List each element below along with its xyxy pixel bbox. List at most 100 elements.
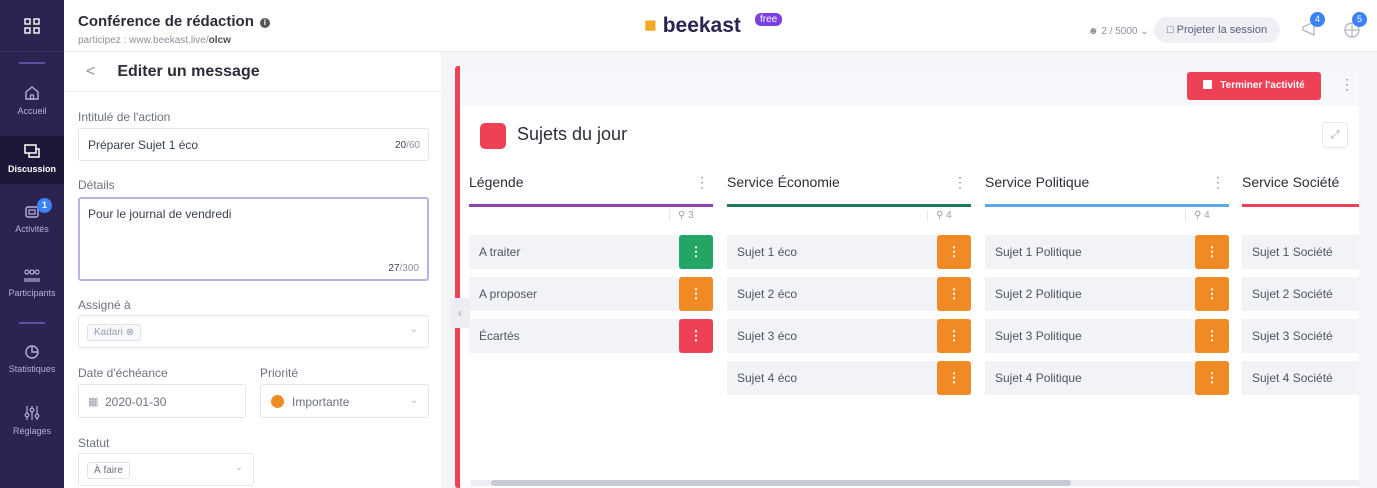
chat-icon <box>24 144 40 158</box>
board-icon <box>480 123 506 149</box>
idea-count: ⚲ 4 <box>1185 210 1210 221</box>
project-session-label: Projeter la session <box>1176 24 1268 36</box>
column-menu-icon[interactable]: ⋮ <box>1211 174 1225 191</box>
remove-icon[interactable]: ⊗ <box>126 327 134 338</box>
plan-badge: free <box>755 13 783 26</box>
session-title: Conférence de rédaction i <box>78 13 270 30</box>
card-label: Sujet 1 Politique <box>995 245 1082 259</box>
sidebar-item-label: Activités <box>15 224 49 234</box>
sidebar-item-discussion[interactable]: Discussion <box>0 136 64 184</box>
session-url-prefix: participez : www.beekast.live/ <box>78 35 209 46</box>
card-label: Sujet 2 Politique <box>995 287 1082 301</box>
column-title: Service Économie <box>727 174 840 190</box>
participants-counter[interactable]: ☻ 2 / 5000 ⌄ <box>1088 26 1149 37</box>
due-date-input[interactable]: ▦ 2020-01-30 <box>78 384 246 418</box>
app-root: Accueil Discussion 1 Activités Participa… <box>0 0 1377 488</box>
session-url: participez : www.beekast.live/olcw <box>78 35 231 46</box>
project-session-button[interactable]: □ Projeter la session <box>1154 17 1280 43</box>
end-activity-button[interactable]: Terminer l'activité <box>1187 72 1321 100</box>
char-count: 20 <box>394 140 407 151</box>
sidebar-item-participants[interactable]: Participants <box>0 266 64 306</box>
board-column-economie: Service Économie ⋮ ⚲ 4 Sujet 1 éco ⋮ Sujet… <box>727 174 971 395</box>
card-sujet-1-politique[interactable]: Sujet 1 Politique ⋮ <box>985 235 1229 269</box>
sidebar-item-accueil[interactable]: Accueil <box>0 84 64 124</box>
card-sujet-1-eco[interactable]: Sujet 1 éco ⋮ <box>727 235 971 269</box>
column-meta <box>1242 207 1359 227</box>
details-textarea[interactable]: Pour le journal de vendredi 27/300 <box>78 197 429 281</box>
chevron-down-icon: ⌄ <box>409 324 418 335</box>
card-sujet-1-societe[interactable]: Sujet 1 Société <box>1242 235 1359 269</box>
participants-count: 2 / 5000 <box>1101 26 1138 37</box>
card-sujet-3-politique[interactable]: Sujet 3 Politique ⋮ <box>985 319 1229 353</box>
card-sujet-2-eco[interactable]: Sujet 2 éco ⋮ <box>727 277 971 311</box>
card-sujet-4-societe[interactable]: Sujet 4 Société <box>1242 361 1359 395</box>
card-label: A traiter <box>479 245 521 259</box>
card-menu-icon[interactable]: ⋮ <box>937 361 971 395</box>
collapse-panel-button[interactable]: ‹ <box>450 298 470 328</box>
board-title: Sujets du jour <box>517 124 628 144</box>
assignee-chip: Kadari ⊗ <box>87 324 142 341</box>
card-menu-icon[interactable]: ⋮ <box>937 277 971 311</box>
card-menu-icon[interactable]: ⋮ <box>1195 361 1229 395</box>
card-label: Sujet 2 Société <box>1252 287 1333 301</box>
announcement-button[interactable]: 4 <box>1300 12 1325 40</box>
stats-icon <box>25 345 39 359</box>
scrollbar-thumb[interactable] <box>491 480 1071 486</box>
card-menu-icon[interactable]: ⋮ <box>937 235 971 269</box>
card-a-proposer[interactable]: A proposer ⋮ <box>469 277 713 311</box>
activity-board: Terminer l'activité ⋮ Sujets du jour ⤢ L… <box>455 66 1359 488</box>
panel-header: < Editer un message <box>64 52 441 92</box>
card-label: Sujet 2 éco <box>737 287 798 301</box>
action-title-input[interactable]: Préparer Sujet 1 éco 20/60 <box>78 128 429 161</box>
horizontal-scrollbar[interactable] <box>471 480 1359 486</box>
card-menu-icon[interactable]: ⋮ <box>679 235 713 269</box>
status-select[interactable]: À faire ⌄ <box>78 453 254 486</box>
card-sujet-2-societe[interactable]: Sujet 2 Société <box>1242 277 1359 311</box>
apps-menu[interactable] <box>0 0 64 52</box>
sidebar-item-statistiques[interactable]: Statistiques <box>0 342 64 382</box>
card-label: Sujet 1 Société <box>1252 245 1333 259</box>
char-max: /300 <box>399 263 419 274</box>
card-menu-icon[interactable]: ⋮ <box>937 319 971 353</box>
idea-count-value: 4 <box>1204 210 1210 221</box>
card-label: Sujet 3 Politique <box>995 329 1082 343</box>
card-label: Sujet 1 éco <box>737 245 798 259</box>
lightbulb-icon: ⚲ <box>678 210 686 221</box>
sidebar-item-reglages[interactable]: Réglages <box>0 404 64 444</box>
info-icon[interactable]: i <box>259 18 270 28</box>
priority-select[interactable]: Importante ⌄ <box>260 384 429 418</box>
card-sujet-4-politique[interactable]: Sujet 4 Politique ⋮ <box>985 361 1229 395</box>
card-menu-icon[interactable]: ⋮ <box>679 277 713 311</box>
help-button[interactable]: 5 <box>1342 12 1367 40</box>
board-column-legende: Légende ⋮ ⚲ 3 A traiter ⋮ A proposer ⋮ Écar… <box>469 174 713 353</box>
end-activity-label: Terminer l'activité <box>1220 80 1305 91</box>
assignee-select[interactable]: Kadari ⊗ ⌄ <box>78 315 429 348</box>
column-menu-icon[interactable]: ⋮ <box>953 174 967 191</box>
expand-button[interactable]: ⤢ <box>1322 122 1348 148</box>
card-menu-icon[interactable]: ⋮ <box>1195 319 1229 353</box>
column-title: Légende <box>469 174 524 190</box>
action-title-value: Préparer Sujet 1 éco <box>88 138 199 152</box>
idea-count: ⚲ 4 <box>927 210 952 221</box>
more-options-icon[interactable]: ⋮ <box>1340 76 1354 93</box>
details-value: Pour le journal de vendredi <box>88 207 232 221</box>
card-menu-icon[interactable]: ⋮ <box>679 319 713 353</box>
card-sujet-4-eco[interactable]: Sujet 4 éco ⋮ <box>727 361 971 395</box>
card-sujet-3-societe[interactable]: Sujet 3 Société <box>1242 319 1359 353</box>
sidebar-item-label: Accueil <box>17 106 47 116</box>
column-menu-icon[interactable]: ⋮ <box>695 174 709 191</box>
home-icon <box>25 86 39 100</box>
assigned-label: Assigné à <box>78 298 131 312</box>
priority-label: Priorité <box>260 366 299 380</box>
back-button[interactable]: < <box>86 63 95 81</box>
card-sujet-2-politique[interactable]: Sujet 2 Politique ⋮ <box>985 277 1229 311</box>
card-ecartes[interactable]: Écartés ⋮ <box>469 319 713 353</box>
sidebar-item-label: Réglages <box>12 426 52 436</box>
card-sujet-3-eco[interactable]: Sujet 3 éco ⋮ <box>727 319 971 353</box>
card-a-traiter[interactable]: A traiter ⋮ <box>469 235 713 269</box>
sidebar-item-activites[interactable]: 1 Activités <box>0 198 64 242</box>
sidebar-item-label: Discussion <box>7 164 56 174</box>
card-menu-icon[interactable]: ⋮ <box>1195 277 1229 311</box>
card-menu-icon[interactable]: ⋮ <box>1195 235 1229 269</box>
action-title-label: Intitulé de l'action <box>78 110 171 124</box>
